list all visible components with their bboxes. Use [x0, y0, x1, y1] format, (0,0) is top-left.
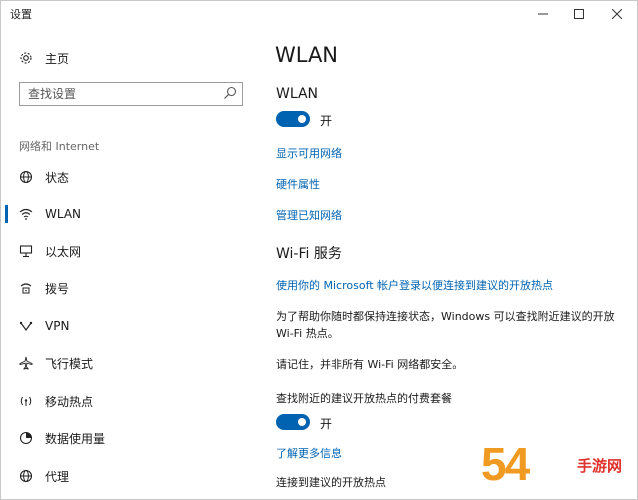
close-icon: [612, 9, 622, 19]
hotspot-icon: [18, 393, 34, 409]
learn-more-link[interactable]: 了解更多信息: [276, 445, 342, 461]
paid-plans-toggle[interactable]: [276, 414, 310, 430]
sidebar-item-label: 移动热点: [45, 394, 94, 409]
dialup-icon: [18, 280, 34, 296]
window-title: 设置: [10, 8, 32, 21]
sidebar-item-hotspot[interactable]: 移动热点: [1, 385, 251, 417]
sidebar-item-vpn[interactable]: VPN: [1, 310, 251, 342]
proxy-globe-icon: [18, 468, 34, 484]
settings-window: 设置 主页 网络和 Internet 状态 WLAN: [0, 0, 638, 500]
maximize-button[interactable]: [561, 1, 597, 27]
wlan-toggle[interactable]: [276, 111, 310, 127]
sidebar-item-ethernet[interactable]: 以太网: [1, 235, 251, 267]
close-button[interactable]: [599, 1, 635, 27]
sidebar-item-label: 状态: [45, 170, 70, 185]
sidebar-item-airplane[interactable]: 飞行模式: [1, 347, 251, 379]
page-title: WLAN: [275, 43, 339, 67]
vpn-icon: [18, 318, 34, 334]
sidebar-item-label: 以太网: [45, 244, 82, 259]
search-input[interactable]: [28, 86, 218, 102]
show-networks-link[interactable]: 显示可用网络: [276, 145, 342, 161]
security-warning: 请记住，并非所有 Wi-Fi 网络都安全。: [276, 358, 464, 371]
wlan-heading: WLAN: [276, 86, 319, 102]
section-label: 网络和 Internet: [19, 140, 100, 153]
sidebar-item-label: WLAN: [45, 207, 82, 221]
airplane-icon: [18, 355, 34, 371]
sidebar-item-proxy[interactable]: 代理: [1, 460, 251, 492]
sidebar-home[interactable]: 主页: [1, 42, 251, 74]
minimize-icon: [538, 13, 548, 15]
manage-known-networks-link[interactable]: 管理已知网络: [276, 207, 342, 223]
data-usage-icon: [18, 430, 34, 446]
sidebar-home-label: 主页: [45, 51, 70, 66]
ethernet-icon: [18, 243, 34, 259]
hotspot-description: 为了帮助你随时都保持连接状态，Windows 可以查找附近建议的开放 Wi-Fi…: [276, 310, 615, 340]
wifi-services-heading: Wi-Fi 服务: [276, 246, 342, 262]
sidebar-item-label: 数据使用量: [45, 431, 106, 446]
watermark-text: 手游网: [577, 457, 623, 475]
toggle-knob: [298, 418, 306, 426]
sidebar-item-label: VPN: [45, 319, 70, 333]
paid-plans-toggle-state: 开: [320, 417, 333, 431]
sidebar-item-status[interactable]: 状态: [1, 161, 251, 193]
sidebar-item-label: 飞行模式: [45, 356, 94, 371]
search-icon[interactable]: [223, 86, 237, 100]
toggle-knob: [298, 115, 306, 123]
sidebar-item-label: 代理: [45, 469, 70, 484]
minimize-button[interactable]: [525, 1, 561, 27]
search-box: [19, 82, 243, 106]
sidebar-item-label: 拨号: [45, 281, 70, 296]
wlan-toggle-state: 开: [320, 114, 333, 128]
status-globe-icon: [18, 169, 34, 185]
wifi-icon: [18, 206, 34, 222]
sidebar-item-wlan[interactable]: WLAN: [1, 198, 251, 230]
maximize-icon: [574, 9, 584, 19]
sidebar-item-dialup[interactable]: 拨号: [1, 272, 251, 304]
active-indicator: [5, 205, 8, 223]
ms-account-link[interactable]: 使用你的 Microsoft 帐户登录以便连接到建议的开放热点: [276, 277, 553, 293]
sidebar-item-data-usage[interactable]: 数据使用量: [1, 422, 251, 454]
title-bar: 设置: [1, 1, 637, 27]
gear-icon: [18, 50, 34, 66]
watermark-number: 54: [481, 438, 530, 490]
paid-plans-label: 查找附近的建议开放热点的付费套餐: [276, 392, 452, 405]
watermark-logo: 54 手游网: [481, 437, 637, 499]
hardware-properties-link[interactable]: 硬件属性: [276, 176, 320, 192]
